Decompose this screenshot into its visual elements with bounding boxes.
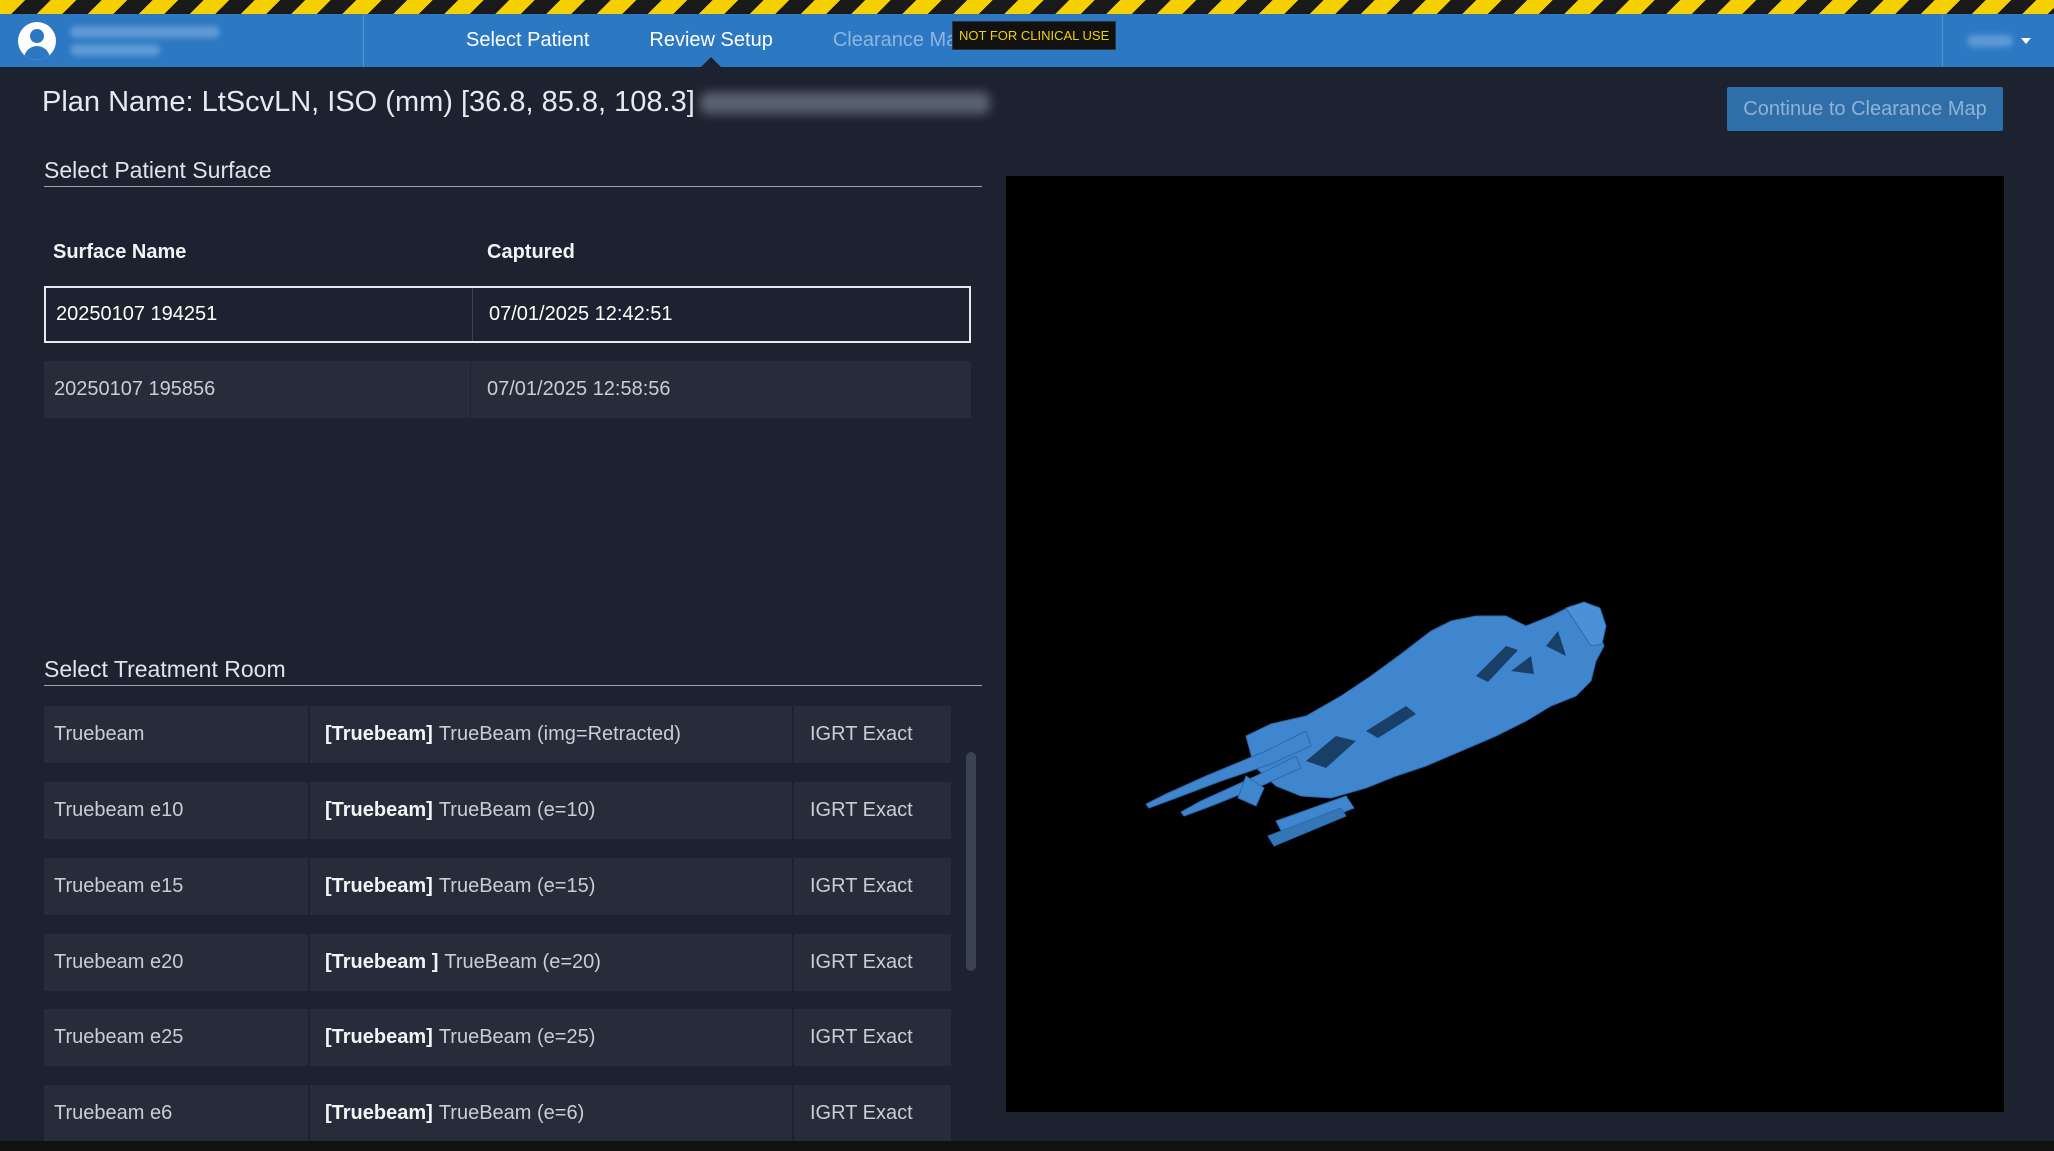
tab-select-patient[interactable]: Select Patient — [436, 14, 619, 67]
room-name: Truebeam e20 — [54, 951, 184, 973]
treatment-room-row[interactable]: Truebeam e15 [Truebeam] TrueBeam (e=15) I… — [44, 858, 951, 915]
machine-tag: [Truebeam ] — [325, 951, 439, 973]
surface-name: 20250107 194251 — [56, 303, 218, 325]
plan-title: Plan Name: LtScvLN, ISO (mm) [36.8, 85.8… — [42, 86, 695, 118]
surface-row[interactable]: 20250107 195856 07/01/2025 12:58:56 — [44, 361, 971, 418]
column-header-surface-name: Surface Name — [53, 241, 187, 263]
surface-table-header: Surface Name Captured — [53, 241, 973, 271]
workflow-tabs: Select Patient Review Setup Clearance Ma… — [436, 14, 998, 67]
treatment-room-row[interactable]: Truebeam e6 [Truebeam] TrueBeam (e=6) IGR… — [44, 1085, 951, 1142]
column-divider — [470, 361, 471, 418]
room-name: Truebeam e6 — [54, 1102, 173, 1124]
machine-tag: [Truebeam] — [325, 875, 433, 897]
top-navigation-bar: Select Patient Review Setup Clearance Ma… — [0, 14, 2054, 67]
machine-name: TrueBeam (e=25) — [438, 1026, 596, 1048]
room-name: Truebeam — [54, 723, 145, 745]
machine-name: TrueBeam (e=10) — [438, 799, 596, 821]
room-machine: [Truebeam ] TrueBeam (e=20) — [325, 934, 601, 991]
treatment-room-row[interactable]: Truebeam e20 [Truebeam ] TrueBeam (e=20) … — [44, 934, 951, 991]
treatment-room-row[interactable]: Truebeam [Truebeam] TrueBeam (img=Retract… — [44, 706, 951, 763]
machine-name: TrueBeam (e=20) — [444, 951, 601, 973]
surface-name: 20250107 195856 — [54, 378, 216, 400]
tab-review-setup[interactable]: Review Setup — [619, 14, 802, 67]
surface-captured: 07/01/2025 12:42:51 — [489, 303, 673, 325]
warning-stripe — [0, 0, 2054, 14]
column-header-captured: Captured — [487, 241, 575, 263]
section-divider — [44, 186, 982, 187]
room-machine: [Truebeam] TrueBeam (e=10) — [325, 782, 595, 839]
account-label-redacted — [1966, 34, 2013, 47]
account-menu[interactable] — [1942, 14, 2054, 67]
room-mode: IGRT Exact — [810, 951, 913, 973]
treatment-room-row[interactable]: Truebeam e25 [Truebeam] TrueBeam (e=25) I… — [44, 1009, 951, 1066]
room-name: Truebeam e25 — [54, 1026, 184, 1048]
machine-name: TrueBeam (img=Retracted) — [438, 723, 681, 745]
room-mode: IGRT Exact — [810, 799, 913, 821]
room-mode: IGRT Exact — [810, 875, 913, 897]
patient-surface-render — [1145, 601, 1607, 847]
machine-name: TrueBeam (e=15) — [438, 875, 596, 897]
surface-row[interactable]: 20250107 194251 07/01/2025 12:42:51 — [44, 286, 971, 343]
machine-tag: [Truebeam] — [325, 723, 433, 745]
room-machine: [Truebeam] TrueBeam (e=25) — [325, 1009, 595, 1066]
surface-3d-viewer[interactable] — [1006, 176, 2004, 1112]
machine-tag: [Truebeam] — [325, 1026, 433, 1048]
caret-down-icon[interactable] — [2020, 37, 2031, 44]
room-mode: IGRT Exact — [810, 1102, 913, 1124]
room-mode: IGRT Exact — [810, 1026, 913, 1048]
room-machine: [Truebeam] TrueBeam (e=15) — [325, 858, 595, 915]
user-avatar-icon[interactable] — [18, 21, 56, 60]
bottom-edge — [0, 1141, 2054, 1151]
user-account[interactable] — [0, 14, 364, 67]
room-machine: [Truebeam] TrueBeam (img=Retracted) — [325, 706, 681, 763]
surface-captured: 07/01/2025 12:58:56 — [487, 378, 671, 400]
section-divider — [44, 685, 982, 686]
column-divider — [472, 288, 473, 341]
room-list-scrollbar[interactable] — [966, 752, 976, 971]
user-name-redacted — [70, 25, 220, 56]
machine-tag: [Truebeam] — [325, 799, 433, 821]
room-name: Truebeam e15 — [54, 875, 184, 897]
plan-date-redacted — [700, 92, 990, 114]
room-mode: IGRT Exact — [810, 723, 913, 745]
continue-to-clearance-map-button[interactable]: Continue to Clearance Map — [1727, 87, 2003, 131]
select-patient-surface-title: Select Patient Surface — [44, 157, 272, 183]
machine-name: TrueBeam (e=6) — [438, 1102, 585, 1124]
machine-tag: [Truebeam] — [325, 1102, 433, 1124]
room-machine: [Truebeam] TrueBeam (e=6) — [325, 1085, 584, 1142]
select-treatment-room-title: Select Treatment Room — [44, 656, 286, 682]
not-for-clinical-use-badge: NOT FOR CLINICAL USE — [952, 21, 1117, 50]
treatment-room-row[interactable]: Truebeam e10 [Truebeam] TrueBeam (e=10) I… — [44, 782, 951, 839]
room-name: Truebeam e10 — [54, 799, 184, 821]
